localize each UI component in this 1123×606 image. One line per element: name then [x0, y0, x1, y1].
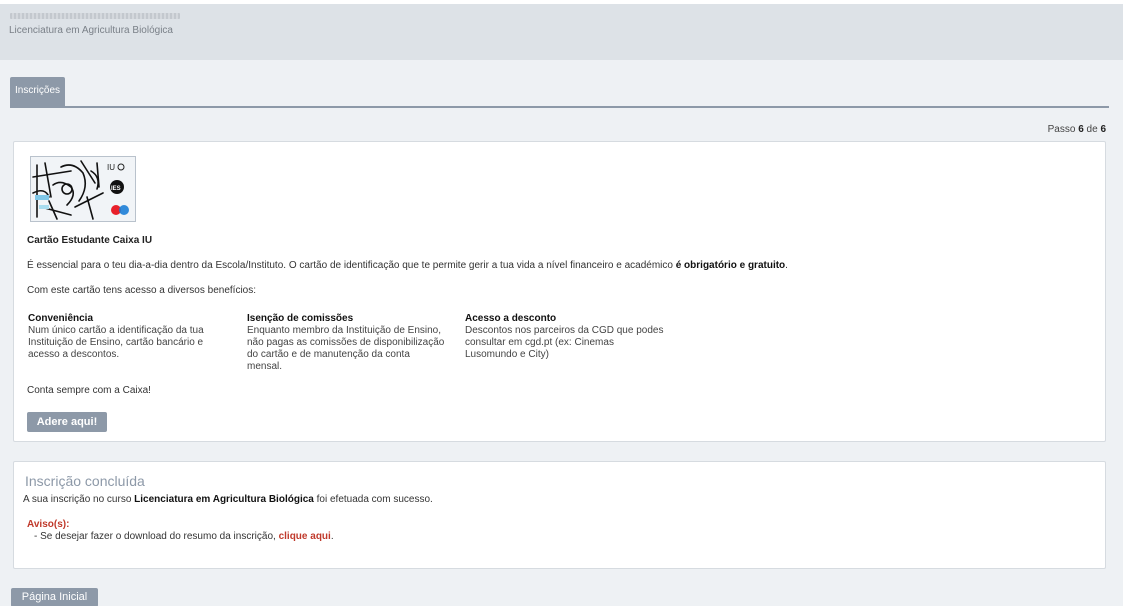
warning-title: Aviso(s):: [27, 519, 70, 530]
done-title: Inscrição concluída: [25, 473, 145, 489]
step-current: 6: [1078, 124, 1084, 135]
tab-inscricoes[interactable]: Inscrições: [10, 77, 65, 107]
benefit-isencao: Isenção de comissões Enquanto membro da …: [247, 313, 452, 373]
benefit-desconto: Acesso a desconto Descontos nos parceiro…: [465, 313, 670, 361]
warning-end: .: [330, 531, 334, 542]
done-message: A sua inscrição no curso Licenciatura em…: [23, 494, 433, 505]
student-card-panel: IU IES Cartão Estudante Caixa IU É essen…: [13, 141, 1106, 442]
step-prefix: Passo: [1047, 124, 1076, 135]
benefit-text-line: acesso a descontos.: [28, 349, 120, 360]
user-name-redacted: [10, 13, 180, 19]
benefit-text-line: Lusomundo e City): [465, 349, 549, 360]
svg-text:IU: IU: [107, 163, 115, 172]
card-intro-end: .: [785, 260, 788, 271]
done-msg-course: Licenciatura em Agricultura Biológica: [134, 494, 314, 505]
pagina-inicial-button[interactable]: Página Inicial: [11, 588, 98, 606]
tab-bar: Inscrições: [10, 77, 1109, 108]
page: Licenciatura em Agricultura Biológica In…: [0, 4, 1123, 606]
adere-aqui-button[interactable]: Adere aqui!: [27, 412, 107, 432]
svg-text:IES: IES: [111, 186, 121, 192]
step-total: 6: [1100, 124, 1106, 135]
done-msg-suffix: foi efetuada com sucesso.: [313, 494, 433, 505]
card-closing: Conta sempre com a Caixa!: [27, 385, 151, 396]
benefits-intro: Com este cartão tens acesso a diversos b…: [27, 285, 257, 296]
benefit-conveniencia: Conveniência Num único cartão a identifi…: [28, 313, 233, 361]
benefit-text-line: Enquanto membro da Instituição de Ensino…: [247, 325, 442, 336]
benefit-text-line: Instituição de Ensino, cartão bancário e: [28, 337, 204, 348]
card-title: Cartão Estudante Caixa IU: [27, 235, 153, 246]
clique-aqui-link[interactable]: clique aqui: [279, 531, 331, 542]
card-intro-bold: é obrigatório e gratuito: [675, 260, 786, 271]
card-intro-text: É essencial para o teu dia-a-dia dentro …: [27, 260, 676, 271]
registration-done-panel: Inscrição concluída A sua inscrição no c…: [13, 461, 1106, 569]
benefit-title: Isenção de comissões: [247, 313, 354, 324]
benefit-text-line: Num único cartão a identificação da tua: [28, 325, 204, 336]
benefit-text-line: consultar em cgd.pt (ex: Cinemas: [465, 337, 614, 348]
header-course-name: Licenciatura em Agricultura Biológica: [9, 25, 173, 36]
benefit-text-line: Descontos nos parceiros da CGD que podes: [465, 325, 664, 336]
step-indicator: Passo 6 de 6: [1048, 124, 1106, 135]
header-bar: Licenciatura em Agricultura Biológica: [0, 4, 1123, 60]
benefit-text-line: mensal.: [247, 361, 283, 372]
benefit-title: Conveniência: [28, 313, 94, 324]
benefit-title: Acesso a desconto: [465, 313, 557, 324]
student-card-illustration-icon: IU IES: [31, 157, 135, 221]
student-card-image: IU IES: [30, 156, 136, 222]
card-intro: É essencial para o teu dia-a-dia dentro …: [27, 260, 788, 271]
step-sep: de: [1086, 124, 1098, 135]
warning-line: - Se desejar fazer o download do resumo …: [34, 531, 334, 542]
warning-text: - Se desejar fazer o download do resumo …: [34, 531, 279, 542]
done-msg-prefix: A sua inscrição no curso: [23, 494, 135, 505]
benefit-text-line: do cartão e de manutenção da conta: [247, 349, 410, 360]
benefit-text-line: não pagas as comissões de disponibilizaç…: [247, 337, 445, 348]
